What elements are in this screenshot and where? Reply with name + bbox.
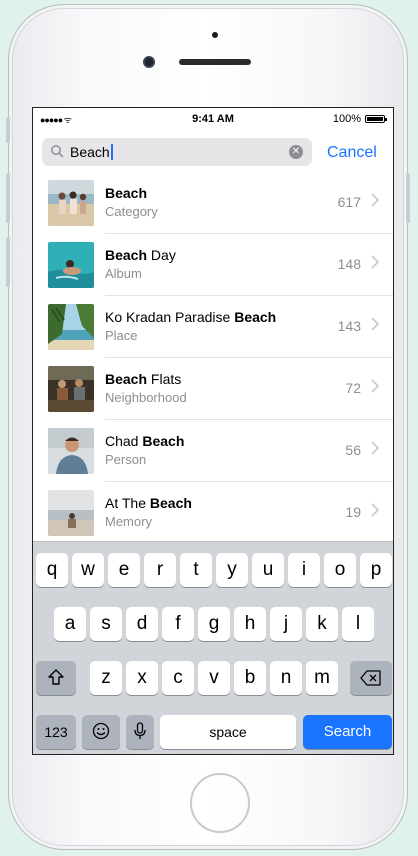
result-type: Place [105, 328, 138, 343]
result-row-beach-day-album[interactable]: Beach Day Album 148 [33, 234, 393, 296]
mute-switch [6, 117, 10, 143]
search-input[interactable]: Beach ✕ [42, 138, 312, 166]
dictation-key[interactable] [126, 715, 154, 749]
result-title: Beach [105, 185, 148, 201]
chevron-right-icon [371, 317, 380, 336]
result-count: 143 [337, 318, 361, 334]
key-o[interactable]: o [324, 553, 356, 587]
key-w[interactable]: w [72, 553, 104, 587]
result-row-chad-beach-person[interactable]: Chad Beach Person 56 [33, 420, 393, 482]
phone-screen: ●●●●● ᯤ 9:41 AM 100% Beach ✕ Cancel Beac… [32, 107, 394, 755]
key-h[interactable]: h [234, 607, 266, 641]
key-m[interactable]: m [306, 661, 338, 695]
result-row-beach-category[interactable]: Beach Category 617 [33, 172, 393, 234]
key-s[interactable]: s [90, 607, 122, 641]
result-count: 617 [337, 194, 361, 210]
result-type: Neighborhood [105, 390, 187, 405]
delete-key[interactable] [350, 661, 392, 695]
result-row-ko-kradan-place[interactable]: Ko Kradan Paradise Beach Place 143 [33, 296, 393, 358]
key-t[interactable]: t [180, 553, 212, 587]
key-e[interactable]: e [108, 553, 140, 587]
result-title: Beach Flats [105, 371, 182, 387]
result-thumbnail [48, 366, 94, 412]
search-key[interactable]: Search [303, 715, 392, 749]
result-title: Chad Beach [105, 433, 185, 449]
key-r[interactable]: r [144, 553, 176, 587]
key-u[interactable]: u [252, 553, 284, 587]
result-title: At The Beach [105, 495, 192, 511]
home-button[interactable] [190, 773, 250, 833]
clear-search-icon[interactable]: ✕ [289, 145, 303, 159]
result-row-at-the-beach-memory[interactable]: At The Beach Memory 19 [33, 482, 393, 544]
cancel-button[interactable]: Cancel [327, 144, 377, 162]
result-count: 56 [345, 442, 361, 458]
status-bar: ●●●●● ᯤ 9:41 AM 100% [33, 108, 393, 130]
emoji-key[interactable] [82, 715, 120, 749]
search-icon [50, 144, 64, 163]
chevron-right-icon [371, 255, 380, 274]
chevron-right-icon [371, 193, 380, 212]
key-x[interactable]: x [126, 661, 158, 695]
text-cursor [110, 144, 113, 160]
result-type: Memory [105, 514, 152, 529]
key-d[interactable]: d [126, 607, 158, 641]
volume-down-button [6, 237, 10, 287]
delete-icon [360, 667, 382, 688]
result-row-beach-flats-neighborhood[interactable]: Beach Flats Neighborhood 72 [33, 358, 393, 420]
keyboard: q w e r t y u i o p a s d f g h j k l z … [33, 541, 393, 754]
result-thumbnail [48, 490, 94, 536]
chevron-right-icon [371, 379, 380, 398]
key-p[interactable]: p [360, 553, 392, 587]
chevron-right-icon [371, 441, 380, 460]
key-c[interactable]: c [162, 661, 194, 695]
result-thumbnail [48, 180, 94, 226]
search-query: Beach [70, 144, 110, 160]
key-y[interactable]: y [216, 553, 248, 587]
result-thumbnail [48, 304, 94, 350]
emoji-icon [92, 721, 110, 742]
key-z[interactable]: z [90, 661, 122, 695]
microphone-icon [134, 721, 146, 742]
key-j[interactable]: j [270, 607, 302, 641]
chevron-right-icon [371, 503, 380, 522]
result-type: Category [105, 204, 158, 219]
key-b[interactable]: b [234, 661, 266, 695]
volume-up-button [6, 173, 10, 223]
proximity-sensor [212, 32, 218, 38]
numbers-key[interactable]: 123 [36, 715, 76, 749]
result-count: 148 [337, 256, 361, 272]
result-thumbnail [48, 242, 94, 288]
earpiece-speaker [179, 59, 251, 65]
result-count: 72 [345, 380, 361, 396]
key-g[interactable]: g [198, 607, 230, 641]
shift-icon [47, 667, 65, 688]
key-f[interactable]: f [162, 607, 194, 641]
key-v[interactable]: v [198, 661, 230, 695]
result-title: Ko Kradan Paradise Beach [105, 309, 277, 325]
search-bar: Beach ✕ Cancel [33, 134, 393, 170]
key-l[interactable]: l [342, 607, 374, 641]
key-i[interactable]: i [288, 553, 320, 587]
power-button [406, 173, 410, 223]
key-n[interactable]: n [270, 661, 302, 695]
key-a[interactable]: a [54, 607, 86, 641]
key-k[interactable]: k [306, 607, 338, 641]
result-type: Person [105, 452, 147, 467]
key-q[interactable]: q [36, 553, 68, 587]
result-title: Beach Day [105, 247, 176, 263]
space-key[interactable]: space [160, 715, 296, 749]
result-count: 19 [345, 504, 361, 520]
result-type: Album [105, 266, 142, 281]
battery-percent: 100% [332, 113, 361, 125]
front-camera [143, 56, 155, 68]
shift-key[interactable] [36, 661, 76, 695]
battery-icon [365, 115, 387, 123]
result-thumbnail [48, 428, 94, 474]
